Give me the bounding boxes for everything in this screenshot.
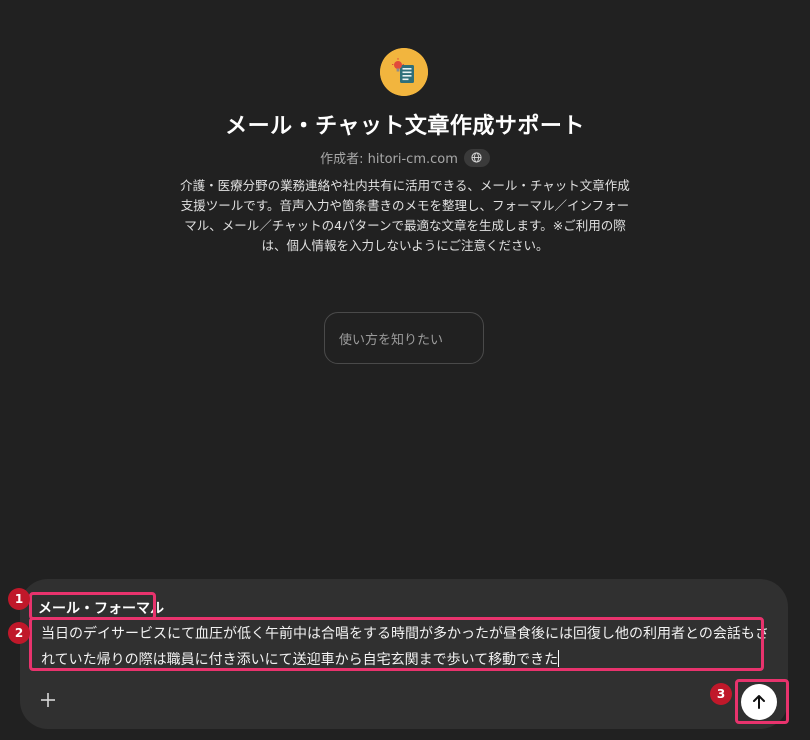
conversation-starter-label: 使い方を知りたい xyxy=(339,332,444,348)
gpt-title: メール・チャット文章作成サポート xyxy=(225,114,585,139)
conversation-starter-button[interactable]: 使い方を知りたい xyxy=(324,312,484,364)
annotation-badge-2: 2 xyxy=(8,622,30,644)
annotation-highlight-2 xyxy=(29,617,764,671)
add-attachment-button[interactable] xyxy=(36,688,60,712)
author-row: 作成者: hitori-cm.com xyxy=(0,148,810,167)
gpt-avatar xyxy=(380,48,428,96)
author-label: 作成者: hitori-cm.com xyxy=(320,152,458,167)
annotation-highlight-1 xyxy=(29,592,156,620)
chat-page: メール・チャット文章作成サポート 作成者: hitori-cm.com 介護・医… xyxy=(0,0,810,740)
lightbulb-document-icon xyxy=(380,48,428,96)
website-link[interactable] xyxy=(463,148,490,167)
annotation-badge-1: 1 xyxy=(8,588,30,610)
annotation-badge-3: 3 xyxy=(710,683,732,705)
globe-icon xyxy=(471,152,482,163)
annotation-highlight-3 xyxy=(735,679,789,724)
plus-icon xyxy=(41,693,55,707)
gpt-description: 介護・医療分野の業務連絡や社内共有に活用できる、メール・チャット文章作成支援ツー… xyxy=(180,178,630,253)
